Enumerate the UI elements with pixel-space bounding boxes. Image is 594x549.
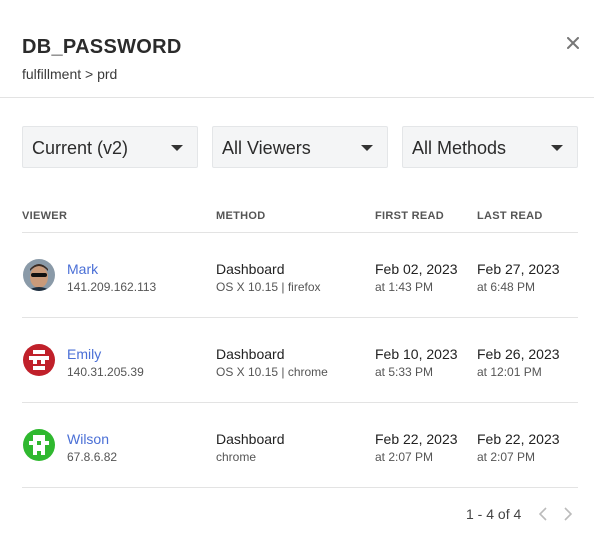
pagination-summary: 1 - 4 of 4 (466, 506, 522, 522)
chevron-down-icon (361, 145, 373, 151)
viewer-ip: 141.209.162.113 (67, 280, 157, 294)
methods-select[interactable]: All Methods (402, 126, 578, 168)
first-read-time: at 5:33 PM (375, 365, 434, 379)
methods-select-value: All Methods (412, 138, 507, 158)
first-read-date: Feb 02, 2023 (375, 261, 458, 277)
method-name: Dashboard (216, 346, 285, 362)
method-detail: chrome (216, 450, 257, 464)
avatar (23, 259, 55, 291)
last-read-date: Feb 26, 2023 (477, 346, 560, 362)
chevron-down-icon (551, 145, 563, 151)
close-icon (567, 37, 579, 49)
method-detail: OS X 10.15 | chrome (216, 365, 328, 379)
chevron-down-icon (171, 145, 183, 151)
table-row: Emily 140.31.205.39 Dashboard OS X 10.15… (22, 318, 578, 403)
version-select[interactable]: Current (v2) (22, 126, 198, 168)
viewer-ip: 67.8.6.82 (67, 450, 118, 464)
user-photo-icon (23, 259, 55, 291)
last-read-date: Feb 27, 2023 (477, 261, 560, 277)
previous-page-button[interactable] (536, 505, 550, 523)
dialog-title: DB_PASSWORD (22, 36, 182, 58)
viewer-ip: 140.31.205.39 (67, 365, 144, 379)
avatar (23, 429, 55, 461)
first-read-date: Feb 10, 2023 (375, 346, 458, 362)
last-read-date: Feb 22, 2023 (477, 431, 560, 447)
close-button[interactable] (562, 32, 584, 54)
first-read-time: at 2:07 PM (375, 450, 434, 464)
identicon-icon (23, 344, 55, 376)
column-header-method: METHOD (216, 210, 266, 222)
column-header-viewer: VIEWER (22, 210, 68, 222)
identicon-icon (23, 429, 55, 461)
table-row: Wilson 67.8.6.82 Dashboard chrome Feb 22… (22, 403, 578, 488)
chevron-right-icon (564, 507, 572, 521)
viewer-name-link[interactable]: Mark (67, 261, 98, 277)
first-read-date: Feb 22, 2023 (375, 431, 458, 447)
method-name: Dashboard (216, 431, 285, 447)
avatar (23, 344, 55, 376)
column-header-first-read: FIRST READ (375, 210, 444, 222)
version-select-value: Current (v2) (32, 138, 129, 158)
breadcrumb: fulfillment > prd (22, 66, 118, 82)
viewers-select-value: All Viewers (222, 138, 311, 158)
next-page-button[interactable] (561, 505, 575, 523)
chevron-left-icon (539, 507, 547, 521)
viewer-name-link[interactable]: Emily (67, 346, 101, 362)
table-row: Mark 141.209.162.113 Dashboard OS X 10.1… (22, 233, 578, 318)
method-name: Dashboard (216, 261, 285, 277)
last-read-time: at 12:01 PM (477, 365, 542, 379)
viewers-select[interactable]: All Viewers (212, 126, 388, 168)
first-read-time: at 1:43 PM (375, 280, 434, 294)
dialog-header: DB_PASSWORD fulfillment > prd (0, 0, 594, 98)
column-header-last-read: LAST READ (477, 210, 543, 222)
last-read-time: at 2:07 PM (477, 450, 536, 464)
filter-bar: Current (v2) All Viewers All Methods (22, 126, 578, 168)
last-read-time: at 6:48 PM (477, 280, 536, 294)
viewer-name-link[interactable]: Wilson (67, 431, 109, 447)
method-detail: OS X 10.15 | firefox (216, 280, 321, 294)
